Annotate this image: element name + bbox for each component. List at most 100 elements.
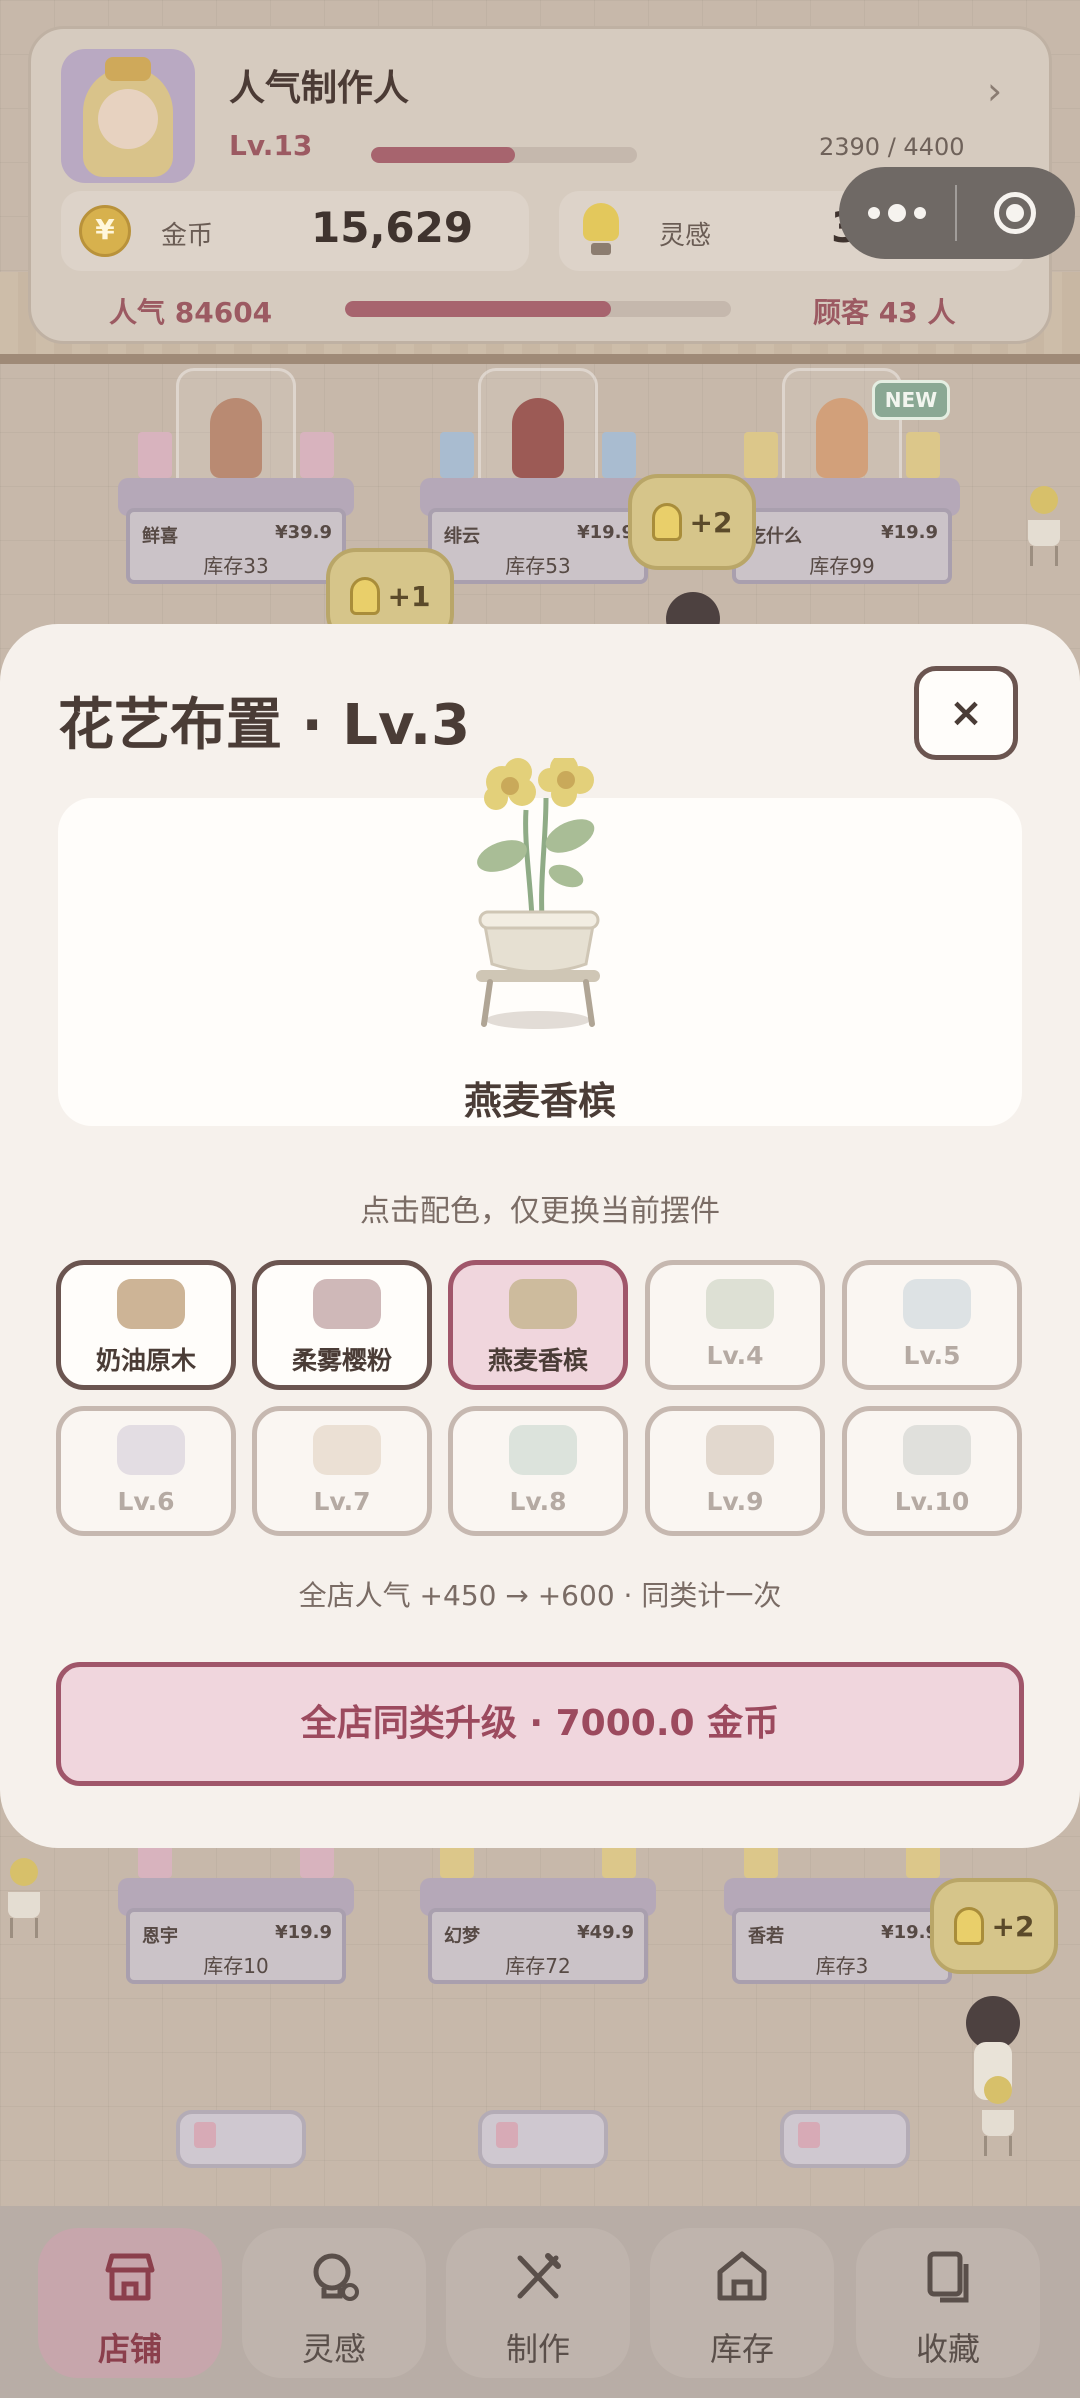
nav-item-inventory[interactable]: 库存	[650, 2228, 834, 2378]
product-box	[440, 432, 474, 478]
shelf-product-price: ¥19.9	[881, 522, 938, 543]
nav-label: 制作	[505, 2330, 570, 2368]
color-swatch-locked[interactable]: Lv.6	[56, 1406, 236, 1536]
shelf-product-price: ¥19.9	[577, 522, 634, 543]
display-shelf[interactable]: 香若 ¥19.9 库存3	[724, 1832, 960, 1990]
warehouse-icon	[717, 2251, 767, 2301]
figure-toy	[512, 398, 564, 478]
idea-reward-amount: +2	[991, 1909, 1035, 1943]
preview-item-name: 燕麦香槟	[463, 1079, 616, 1123]
product-box	[602, 432, 636, 478]
product-box	[744, 432, 778, 478]
idea-reward-bubble[interactable]: +2	[930, 1878, 1058, 1974]
color-swatch[interactable]: 奶油原木	[56, 1260, 236, 1390]
plant-decoration[interactable]	[1020, 486, 1068, 566]
lightbulb-icon	[349, 577, 380, 615]
product-box	[906, 432, 940, 478]
xp-progress-text: 2390 / 4400	[819, 133, 965, 161]
lightbulb-icon	[651, 503, 682, 541]
coin-balance: ¥ 金币 15,629	[61, 191, 529, 271]
avatar[interactable]	[61, 49, 195, 183]
swatch-color-chip	[313, 1279, 381, 1329]
color-swatch-selected[interactable]: 燕麦香槟	[448, 1260, 628, 1390]
shop-icon	[105, 2253, 155, 2301]
plant-decoration[interactable]	[974, 2076, 1022, 2156]
swatch-label: Lv.10	[894, 1487, 970, 1516]
color-swatch-locked[interactable]: Lv.4	[645, 1260, 825, 1390]
coin-label: 金币	[161, 221, 214, 251]
shelf-product-name: 吃什么	[748, 526, 802, 547]
swatch-color-chip	[313, 1425, 381, 1475]
collection-icon	[927, 2251, 969, 2303]
color-swatch-locked[interactable]: Lv.8	[448, 1406, 628, 1536]
xp-progress-fill	[371, 147, 516, 163]
coin-icon: ¥	[79, 205, 131, 257]
nav-item-shop[interactable]: 店铺	[38, 2228, 222, 2378]
color-swatch-locked[interactable]: Lv.9	[645, 1406, 825, 1536]
swatch-color-chip	[509, 1425, 577, 1475]
shelf-product-name: 鲜喜	[142, 526, 178, 547]
shelf-product-name: 绯云	[444, 526, 480, 547]
customer-count: 顾客 43 人	[813, 296, 956, 329]
swatch-label: Lv.9	[706, 1487, 764, 1516]
color-swatch-locked[interactable]: Lv.10	[842, 1406, 1022, 1536]
plant-decoration[interactable]	[0, 1858, 48, 1938]
miniprogram-capsule	[839, 167, 1075, 259]
close-button[interactable]: ×	[914, 666, 1018, 760]
shelf-stock: 库存10	[203, 1954, 269, 1978]
display-shelf[interactable]: 幻梦 ¥49.9 库存72	[420, 1832, 656, 1990]
display-shelf[interactable]: 恩宇 ¥19.9 库存10	[118, 1832, 354, 1990]
swatch-color-chip	[117, 1425, 185, 1475]
color-swatch-locked[interactable]: Lv.5	[842, 1260, 1022, 1390]
shelf-stock: 库存99	[809, 554, 875, 578]
nav-label: 店铺	[97, 2330, 162, 2368]
upgrade-all-button[interactable]: 全店同类升级 · 7000.0 金币	[56, 1662, 1024, 1786]
shelf-stock: 库存72	[505, 1954, 571, 1978]
shelf-product-name: 恩宇	[142, 1926, 178, 1947]
color-swatch[interactable]: 柔雾樱粉	[252, 1260, 432, 1390]
swatch-color-chip	[903, 1425, 971, 1475]
figure-toy	[210, 398, 262, 478]
xp-progress-bar	[371, 147, 637, 163]
nav-item-craft[interactable]: 制作	[446, 2228, 630, 2378]
display-shelf[interactable]: 吃什么 ¥19.9 库存99	[724, 368, 960, 590]
swatch-label: 柔雾樱粉	[291, 1346, 392, 1375]
shelf-stock: 库存3	[815, 1954, 869, 1978]
swatch-label: 燕麦香槟	[487, 1346, 588, 1375]
nav-label: 灵感	[301, 2330, 366, 2368]
popularity-progress-bar	[345, 301, 731, 317]
color-swatch-locked[interactable]: Lv.7	[252, 1406, 432, 1536]
swatch-label: 奶油原木	[95, 1346, 196, 1375]
sofa-seat	[780, 2110, 910, 2168]
close-miniprogram-icon[interactable]	[957, 192, 1073, 234]
shelf-product-price: ¥19.9	[275, 1922, 332, 1943]
nav-item-collection[interactable]: 收藏	[856, 2228, 1040, 2378]
swatch-color-chip	[903, 1279, 971, 1329]
figure-toy	[816, 398, 868, 478]
nav-label: 收藏	[915, 2330, 980, 2368]
swatch-label: Lv.5	[903, 1341, 961, 1370]
idea-reward-bubble[interactable]: +2	[628, 474, 756, 570]
display-shelf[interactable]: 绯云 ¥19.9 库存53	[420, 368, 656, 590]
player-status-card[interactable]: 人气制作人 › Lv.13 2390 / 4400 ¥ 金币 15,629 灵感…	[28, 26, 1075, 344]
more-options-icon[interactable]	[839, 204, 955, 222]
shelf-stock: 库存33	[203, 554, 269, 578]
display-shelf[interactable]: 鲜喜 ¥39.9 库存33	[118, 368, 354, 590]
player-title: 人气制作人	[229, 68, 410, 109]
shelf-product-name: 香若	[748, 1926, 784, 1947]
nav-item-inspiration[interactable]: 灵感	[242, 2228, 426, 2378]
shelf-product-price: ¥49.9	[577, 1922, 634, 1943]
swatch-label: Lv.4	[706, 1341, 764, 1370]
new-badge: NEW	[872, 380, 950, 420]
shelf-stock: 库存53	[505, 554, 571, 578]
swatch-label: Lv.6	[117, 1487, 175, 1516]
popularity-text: 人气 84604	[109, 296, 273, 329]
sofa-seat	[176, 2110, 306, 2168]
shelf-product-price: ¥39.9	[275, 522, 332, 543]
product-box	[300, 432, 334, 478]
shelf-product-name: 幻梦	[444, 1926, 480, 1947]
sofa-seat	[478, 2110, 608, 2168]
chevron-right-icon[interactable]: ›	[987, 69, 1002, 113]
coin-value: 15,629	[311, 203, 474, 252]
idea-reward-amount: +2	[689, 505, 733, 539]
